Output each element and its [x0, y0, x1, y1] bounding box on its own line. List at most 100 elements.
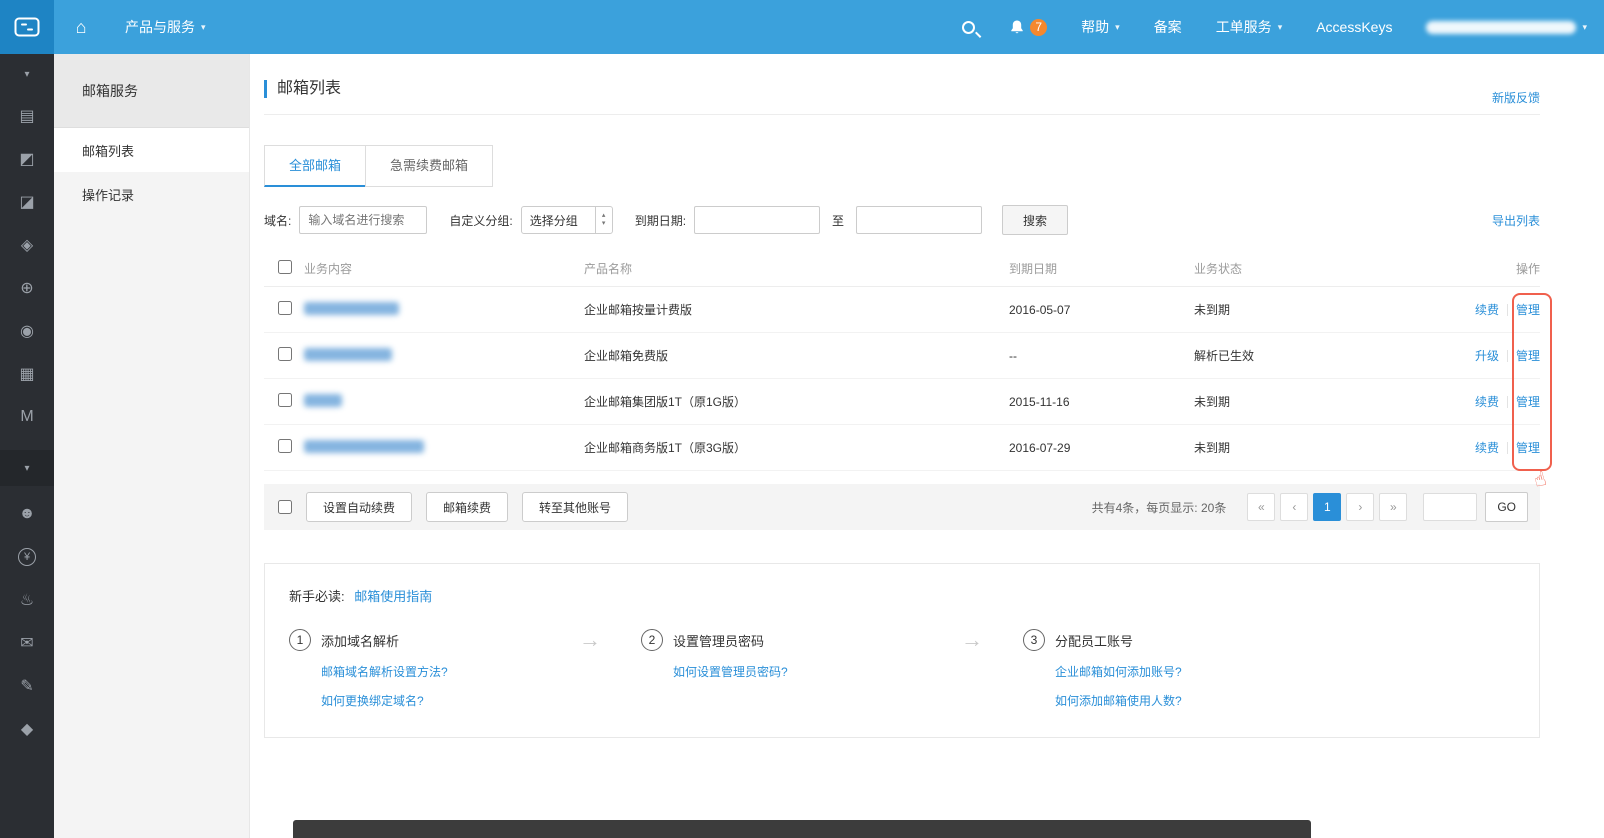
group-label: 自定义分组:: [449, 212, 512, 229]
goto-page-input[interactable]: [1423, 493, 1477, 521]
domain-search-input[interactable]: [299, 206, 427, 234]
step-number-badge: 1: [289, 629, 311, 651]
product-shortcut-7[interactable]: ▦: [0, 352, 54, 395]
product-shortcut-3[interactable]: ◪: [0, 180, 54, 223]
ticket-service-menu[interactable]: 工单服务 ▾: [1199, 0, 1300, 54]
header-product-name: 产品名称: [584, 260, 1009, 277]
layout: ▾ ▤ ◩ ◪ ◈ ⊕ ◉ ▦ M: [0, 54, 1604, 838]
manage-link[interactable]: 管理: [1516, 301, 1540, 318]
pagination-prev-button[interactable]: ‹: [1280, 493, 1308, 521]
mail-m-icon: M: [20, 408, 33, 426]
new-version-feedback-link[interactable]: 新版反馈: [1492, 89, 1540, 106]
product-shortcut-5[interactable]: ⊕: [0, 266, 54, 309]
guide-help-link[interactable]: 邮箱域名解析设置方法?: [321, 663, 579, 680]
redacted-domain: [304, 394, 342, 407]
product-shortcut-2[interactable]: ◩: [0, 137, 54, 180]
guide-help-link[interactable]: 如何添加邮箱使用人数?: [1055, 692, 1313, 709]
account-shortcut-2[interactable]: ¥: [0, 535, 54, 578]
sidebar-section-toggle[interactable]: ▾: [0, 450, 54, 486]
select-all-checkbox[interactable]: [278, 260, 292, 274]
cell-status: 未到期: [1194, 439, 1429, 456]
product-shortcut-8[interactable]: M: [0, 395, 54, 438]
notifications-button[interactable]: 7: [992, 0, 1064, 54]
group-select[interactable]: 选择分组 ▴ ▾: [521, 206, 613, 234]
header-business-status: 业务状态: [1194, 260, 1429, 277]
products-services-menu[interactable]: 产品与服务 ▾: [108, 0, 223, 54]
products-services-label: 产品与服务: [125, 17, 195, 37]
account-shortcut-5[interactable]: ✎: [0, 664, 54, 707]
subnav-title: 邮箱服务: [54, 54, 249, 128]
mailbox-renew-button[interactable]: 邮箱续费: [426, 492, 508, 522]
sidebar-collapse-button[interactable]: ▾: [0, 54, 54, 94]
sidebar-item-mailbox-list[interactable]: 邮箱列表: [54, 128, 249, 172]
cell-product-name: 企业邮箱商务版1T（原3G版）: [584, 439, 1009, 456]
account-menu[interactable]: ▾: [1409, 0, 1604, 54]
renew-link[interactable]: 续费: [1475, 439, 1499, 456]
search-submit-button[interactable]: 搜索: [1002, 205, 1068, 235]
footer-select-all-checkbox[interactable]: [278, 500, 292, 514]
renew-link[interactable]: 续费: [1475, 393, 1499, 410]
account-shortcut-3[interactable]: ♨: [0, 578, 54, 621]
transfer-account-button[interactable]: 转至其他账号: [522, 492, 628, 522]
sidebar-item-operation-log[interactable]: 操作记录: [54, 172, 249, 216]
row-checkbox[interactable]: [278, 393, 292, 407]
account-shortcut-6[interactable]: ◆: [0, 707, 54, 750]
renew-link[interactable]: 续费: [1475, 301, 1499, 318]
auto-renew-button[interactable]: 设置自动续费: [306, 492, 412, 522]
action-divider: [1507, 442, 1508, 454]
console-page: ⌂ 产品与服务 ▾ 7 帮助 ▾ 备案: [0, 0, 1604, 838]
accesskeys-label: AccessKeys: [1316, 19, 1392, 35]
export-list-link[interactable]: 导出列表: [1492, 212, 1540, 229]
product-shortcut-6[interactable]: ◉: [0, 309, 54, 352]
pagination-page-1[interactable]: 1: [1313, 493, 1341, 521]
topbar: ⌂ 产品与服务 ▾ 7 帮助 ▾ 备案: [0, 0, 1604, 54]
cell-expire-date: --: [1009, 349, 1194, 363]
expire-date-label: 到期日期:: [635, 212, 686, 229]
pagination-first-button[interactable]: «: [1247, 493, 1275, 521]
row-checkbox[interactable]: [278, 439, 292, 453]
storage-icon: ◈: [21, 235, 33, 255]
header-expire-date: 到期日期: [1009, 260, 1194, 277]
upgrade-link[interactable]: 升级: [1475, 347, 1499, 364]
monitor-chart-icon: ▦: [19, 364, 34, 384]
row-checkbox[interactable]: [278, 347, 292, 361]
server-list-icon: ▤: [19, 106, 34, 126]
action-divider: [1507, 350, 1508, 362]
manage-link[interactable]: 管理: [1516, 347, 1540, 364]
account-shortcut-1[interactable]: ☻: [0, 492, 54, 535]
expire-date-start-input[interactable]: [694, 206, 820, 234]
guide-help-link[interactable]: 如何更换绑定域名?: [321, 692, 579, 709]
manage-link[interactable]: 管理: [1516, 439, 1540, 456]
group-select-value: 选择分组: [522, 212, 595, 229]
account-shortcut-4[interactable]: ✉: [0, 621, 54, 664]
guide-help-link[interactable]: 企业邮箱如何添加账号?: [1055, 663, 1313, 680]
guide-help-link[interactable]: 如何设置管理员密码?: [673, 663, 961, 680]
arrow-right-icon: →: [579, 629, 601, 651]
product-icon-sidebar: ▾ ▤ ◩ ◪ ◈ ⊕ ◉ ▦ M: [0, 54, 54, 838]
product-shortcut-4[interactable]: ◈: [0, 223, 54, 266]
notification-badge: 7: [1030, 19, 1047, 36]
manage-link[interactable]: 管理: [1516, 393, 1540, 410]
image-icon: ◩: [19, 149, 34, 169]
home-button[interactable]: ⌂: [54, 0, 108, 54]
help-menu[interactable]: 帮助 ▾: [1064, 0, 1137, 54]
step-title: 设置管理员密码: [673, 631, 764, 650]
expire-date-end-input[interactable]: [856, 206, 982, 234]
table-row: 企业邮箱商务版1T（原3G版） 2016-07-29 未到期 续费 管理: [264, 425, 1540, 471]
go-button[interactable]: GO: [1485, 492, 1528, 522]
action-divider: [1507, 304, 1508, 316]
mailbox-table: 业务内容 产品名称 到期日期 业务状态 操作 企业邮箱按量计费版 2016-05…: [264, 251, 1540, 471]
pagination-next-button[interactable]: ›: [1346, 493, 1374, 521]
cell-product-name: 企业邮箱按量计费版: [584, 301, 1009, 318]
product-shortcut-1[interactable]: ▤: [0, 94, 54, 137]
accesskeys-link[interactable]: AccessKeys: [1299, 0, 1409, 54]
pagination-last-button[interactable]: »: [1379, 493, 1407, 521]
brand-logo[interactable]: [0, 0, 54, 54]
tab-all-mailboxes[interactable]: 全部邮箱: [264, 145, 366, 187]
row-checkbox[interactable]: [278, 301, 292, 315]
mailbox-guide-link[interactable]: 邮箱使用指南: [354, 589, 432, 604]
beian-link[interactable]: 备案: [1137, 0, 1199, 54]
pencil-icon: ✎: [20, 676, 33, 696]
tab-renewal-needed[interactable]: 急需续费邮箱: [365, 145, 493, 187]
search-button[interactable]: [945, 0, 992, 54]
